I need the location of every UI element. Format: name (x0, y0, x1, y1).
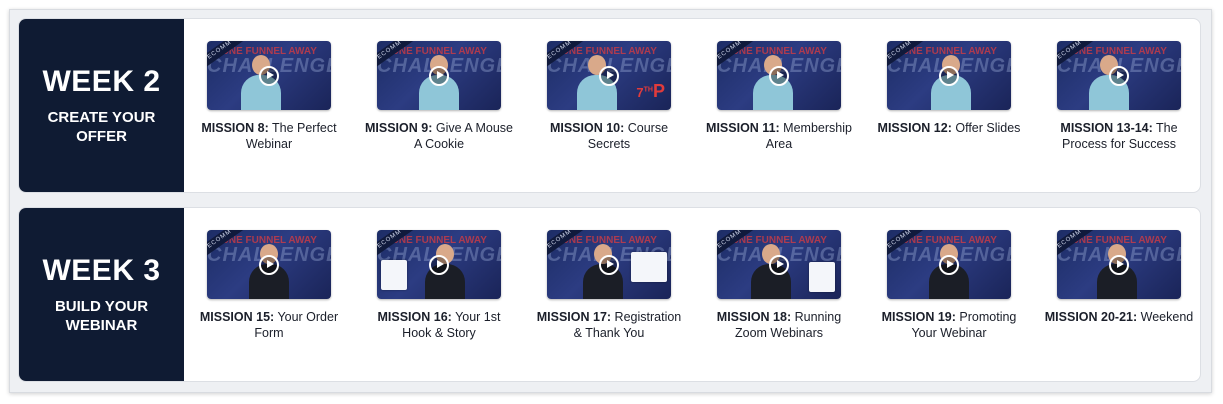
play-circle-icon[interactable] (769, 65, 789, 86)
mission-number: MISSION 12: (877, 121, 952, 135)
mission-card-19[interactable]: ONE FUNNEL AWAY CHALLENGE ECOMM MISSION … (874, 230, 1024, 341)
screen-mockup (381, 260, 407, 290)
mission-number: MISSION 19: (881, 310, 956, 324)
week-title: WEEK 3 (42, 254, 161, 287)
mission-thumbnail[interactable]: ONE FUNNEL AWAY CHALLENGE ECOMM (887, 41, 1011, 110)
week-title: WEEK 2 (42, 65, 161, 98)
mission-caption[interactable]: MISSION 16: Your 1st Hook & Story (364, 309, 514, 341)
mission-title: Weekend (1140, 310, 1194, 324)
mission-caption[interactable]: MISSION 15: Your Order Form (194, 309, 344, 341)
mission-list: ONE FUNNEL AWAY CHALLENGE ECOMM MISSION … (201, 41, 1194, 181)
mission-number: MISSION 10: (549, 121, 625, 135)
mission-caption[interactable]: MISSION 20-21: Weekend (1044, 309, 1194, 325)
mission-caption[interactable]: MISSION 10: Course Secrets (534, 120, 684, 152)
play-circle-icon[interactable] (429, 254, 449, 275)
mission-caption[interactable]: MISSION 12: Offer Slides (874, 120, 1024, 136)
mission-thumbnail[interactable]: ONE FUNNEL AWAY CHALLENGE ECOMM (547, 230, 671, 299)
mission-card-10[interactable]: ONE FUNNEL AWAY CHALLENGE ECOMM 7THP MIS… (534, 41, 684, 152)
mission-caption[interactable]: MISSION 19: Promoting Your Webinar (874, 309, 1024, 341)
mission-caption[interactable]: MISSION 13-14: The Process for Success (1044, 120, 1194, 152)
weeks-container: WEEK 2 CREATE YOUR OFFER ONE FUNNEL AWAY… (9, 9, 1212, 393)
mission-thumbnail[interactable]: ONE FUNNEL AWAY CHALLENGE ECOMM (717, 41, 841, 110)
mission-card-18[interactable]: ONE FUNNEL AWAY CHALLENGE ECOMM MISSION … (704, 230, 854, 341)
screen-mockup (809, 262, 835, 292)
mission-card-11[interactable]: ONE FUNNEL AWAY CHALLENGE ECOMM MISSION … (704, 41, 854, 152)
mission-number: MISSION 18: (716, 310, 792, 324)
mission-card-17[interactable]: ONE FUNNEL AWAY CHALLENGE ECOMM MISSION … (534, 230, 684, 341)
week-2-panel: WEEK 2 CREATE YOUR OFFER (19, 19, 184, 192)
week-3-row: WEEK 3 BUILD YOUR WEBINAR ONE FUNNEL AWA… (18, 207, 1201, 382)
play-circle-icon[interactable] (939, 254, 959, 275)
mission-thumbnail[interactable]: ONE FUNNEL AWAY CHALLENGE ECOMM 7THP (547, 41, 671, 110)
mission-number: MISSION 17: (536, 310, 612, 324)
mission-number: MISSION 20-21: (1044, 310, 1138, 324)
play-circle-icon[interactable] (259, 254, 279, 275)
mission-caption[interactable]: MISSION 18: Running Zoom Webinars (704, 309, 854, 341)
play-circle-icon[interactable] (259, 65, 279, 86)
week-subtitle: BUILD YOUR WEBINAR (54, 298, 149, 334)
mission-card-9[interactable]: ONE FUNNEL AWAY CHALLENGE ECOMM MISSION … (364, 41, 514, 152)
mission-card-8[interactable]: ONE FUNNEL AWAY CHALLENGE ECOMM MISSION … (194, 41, 344, 152)
mission-thumbnail[interactable]: ONE FUNNEL AWAY CHALLENGE ECOMM (1057, 41, 1181, 110)
mission-card-13-14[interactable]: ONE FUNNEL AWAY CHALLENGE ECOMM MISSION … (1044, 41, 1194, 152)
mission-number: MISSION 11: (706, 121, 780, 135)
mission-card-15[interactable]: ONE FUNNEL AWAY CHALLENGE ECOMM MISSION … (194, 230, 344, 341)
mission-thumbnail[interactable]: ONE FUNNEL AWAY CHALLENGE ECOMM (377, 41, 501, 110)
mission-number: MISSION 9: (365, 121, 433, 135)
mission-caption[interactable]: MISSION 17: Registration & Thank You (534, 309, 684, 341)
play-circle-icon[interactable] (769, 254, 789, 275)
mission-card-20-21[interactable]: ONE FUNNEL AWAY CHALLENGE ECOMM MISSION … (1044, 230, 1194, 325)
play-circle-icon[interactable] (1109, 65, 1129, 86)
mission-list: ONE FUNNEL AWAY CHALLENGE ECOMM MISSION … (200, 230, 1194, 370)
mission-number: MISSION 15: (199, 310, 275, 324)
play-circle-icon[interactable] (429, 65, 449, 86)
mission-caption[interactable]: MISSION 9: Give A Mouse A Cookie (364, 120, 514, 152)
week-subtitle: CREATE YOUR OFFER (47, 109, 156, 145)
mission-title: Offer Slides (955, 121, 1021, 135)
mission-thumbnail[interactable]: ONE FUNNEL AWAY CHALLENGE ECOMM (207, 41, 331, 110)
mission-card-16[interactable]: ONE FUNNEL AWAY CHALLENGE ECOMM MISSION … (364, 230, 514, 341)
mission-caption[interactable]: MISSION 11: Membership Area (704, 120, 854, 152)
mission-thumbnail[interactable]: ONE FUNNEL AWAY CHALLENGE ECOMM (717, 230, 841, 299)
mission-thumbnail[interactable]: ONE FUNNEL AWAY CHALLENGE ECOMM (887, 230, 1011, 299)
screen-mockup (631, 252, 667, 282)
mission-thumbnail[interactable]: ONE FUNNEL AWAY CHALLENGE ECOMM (377, 230, 501, 299)
mission-card-12[interactable]: ONE FUNNEL AWAY CHALLENGE ECOMM MISSION … (874, 41, 1024, 136)
mission-number: MISSION 16: (377, 310, 452, 324)
mission-thumbnail[interactable]: ONE FUNNEL AWAY CHALLENGE ECOMM (207, 230, 331, 299)
week-3-panel: WEEK 3 BUILD YOUR WEBINAR (19, 208, 184, 381)
mission-thumbnail[interactable]: ONE FUNNEL AWAY CHALLENGE ECOMM (1057, 230, 1181, 299)
play-circle-icon[interactable] (939, 65, 959, 86)
play-circle-icon[interactable] (599, 65, 619, 86)
seventh-p-badge: 7THP (636, 81, 665, 101)
mission-caption[interactable]: MISSION 8: The Perfect Webinar (194, 120, 344, 152)
play-circle-icon[interactable] (599, 254, 619, 275)
mission-number: MISSION 8: (201, 121, 269, 135)
week-2-row: WEEK 2 CREATE YOUR OFFER ONE FUNNEL AWAY… (18, 18, 1201, 193)
play-circle-icon[interactable] (1109, 254, 1129, 275)
mission-number: MISSION 13-14: (1060, 121, 1153, 135)
